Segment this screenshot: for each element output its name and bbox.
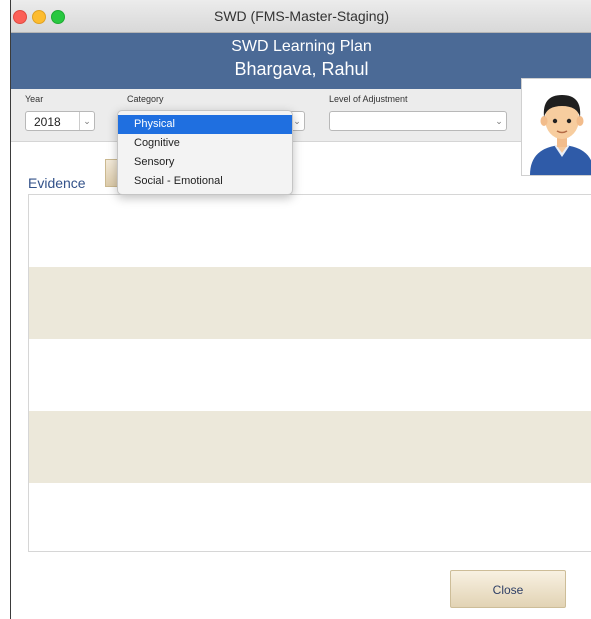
category-option-cognitive[interactable]: Cognitive (118, 134, 292, 153)
evidence-list (28, 194, 591, 552)
page-header: SWD Learning Plan Bhargava, Rahul (11, 33, 591, 89)
list-item[interactable] (29, 339, 591, 411)
app-window: SWD (FMS-Master-Staging) SWD Learning Pl… (10, 0, 591, 619)
chevron-down-icon: ⌄ (79, 112, 94, 130)
list-item[interactable] (29, 411, 591, 483)
list-item[interactable] (29, 483, 591, 555)
left-edge (0, 0, 10, 619)
category-dropdown-menu: Physical Cognitive Sensory Social - Emot… (117, 110, 293, 195)
evidence-label: Evidence (28, 175, 86, 191)
category-label: Category (127, 94, 164, 104)
page-title: SWD Learning Plan (231, 38, 372, 55)
year-select[interactable]: 2018 ⌄ (25, 111, 95, 131)
year-value: 2018 (34, 115, 61, 129)
title-bar: SWD (FMS-Master-Staging) (11, 0, 591, 33)
student-photo (521, 78, 591, 176)
category-option-sensory[interactable]: Sensory (118, 153, 292, 172)
list-item[interactable] (29, 195, 591, 267)
year-label: Year (25, 94, 44, 104)
filter-bar: Year 2018 ⌄ Category ⌄ Level of Adjustme… (11, 89, 591, 142)
student-name: Bhargava, Rahul (234, 59, 369, 79)
close-button[interactable]: Close (450, 570, 566, 608)
level-of-adjustment-select[interactable]: ⌄ (329, 111, 507, 131)
level-of-adjustment-label: Level of Adjustment (329, 94, 408, 104)
list-item[interactable] (29, 267, 591, 339)
chevron-down-icon: ⌄ (495, 116, 503, 126)
window-title: SWD (FMS-Master-Staging) (213, 8, 390, 24)
category-option-social-emotional[interactable]: Social - Emotional (118, 172, 292, 191)
category-option-physical[interactable]: Physical (118, 115, 292, 134)
user-avatar-icon (530, 95, 591, 175)
